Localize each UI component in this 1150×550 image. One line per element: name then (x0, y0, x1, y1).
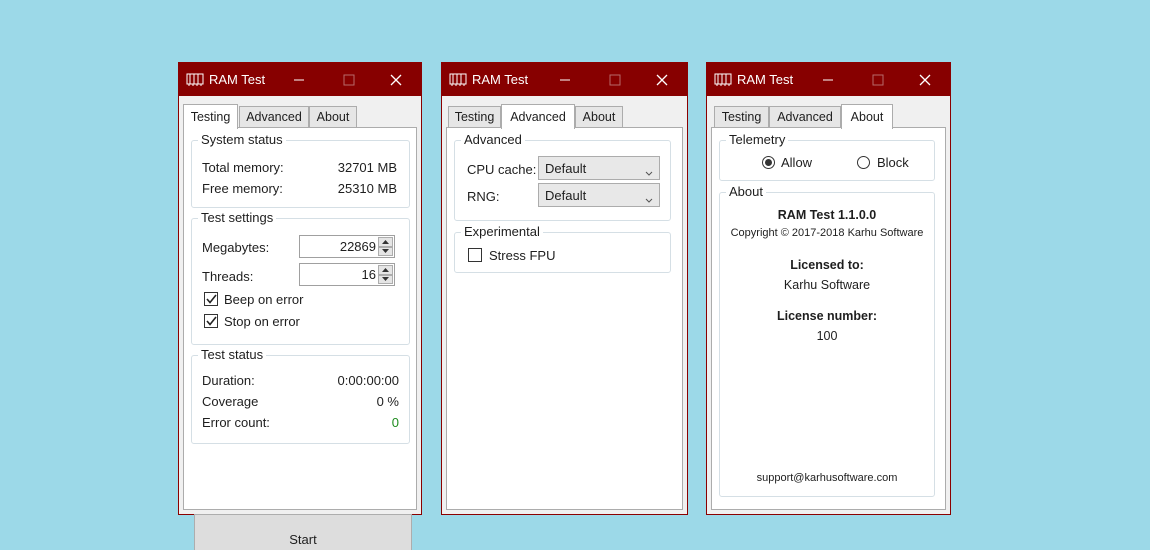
minimize-button[interactable] (282, 63, 316, 96)
megabytes-stepper[interactable]: 22869 (299, 235, 395, 258)
system-status-group: System status Total memory: 32701 MB Fre… (191, 132, 410, 208)
group-title: Experimental (461, 224, 543, 240)
start-button[interactable]: Start (194, 514, 412, 550)
threads-value: 16 (361, 267, 376, 282)
radio-selected-dot (765, 159, 772, 166)
app-memory-icon (185, 72, 205, 88)
title-bar[interactable]: RAM Test (179, 63, 421, 96)
group-title: Telemetry (726, 132, 789, 148)
about-tab-page: Telemetry Allow Block About RAM Test 1.1… (711, 127, 946, 510)
chevron-down-icon (645, 164, 653, 179)
title-bar[interactable]: RAM Test (707, 63, 950, 96)
stress-fpu-label[interactable]: Stress FPU (489, 248, 555, 263)
tab-about[interactable]: About (575, 106, 623, 128)
rng-label: RNG: (467, 189, 500, 204)
about-group: About RAM Test 1.1.0.0 Copyright © 2017-… (719, 184, 935, 497)
duration-label: Duration: (202, 373, 255, 388)
licensed-to-value: Karhu Software (783, 278, 871, 292)
tab-advanced[interactable]: Advanced (501, 104, 575, 129)
title-bar[interactable]: RAM Test (442, 63, 687, 96)
rng-dropdown[interactable]: Default (538, 183, 660, 207)
tab-testing[interactable]: Testing (448, 106, 501, 128)
minimize-button[interactable] (548, 63, 582, 96)
stop-on-error-label[interactable]: Stop on error (224, 314, 300, 329)
group-title: Advanced (461, 132, 525, 148)
group-title: Test settings (198, 210, 277, 226)
minimize-button[interactable] (811, 63, 845, 96)
error-count-value: 0 (391, 415, 399, 430)
group-title: System status (198, 132, 286, 148)
app-memory-icon (448, 72, 468, 88)
beep-on-error-label[interactable]: Beep on error (224, 292, 304, 307)
coverage-label: Coverage (202, 394, 259, 409)
coverage-value: 0 % (376, 394, 399, 409)
cpu-cache-dropdown[interactable]: Default (538, 156, 660, 180)
close-button[interactable] (379, 63, 413, 96)
threads-decrement-button[interactable] (378, 274, 393, 284)
window-title: RAM Test (472, 72, 529, 87)
allow-radio[interactable] (762, 156, 775, 169)
cpu-cache-value: Default (545, 161, 587, 176)
megabytes-increment-button[interactable] (378, 237, 393, 247)
megabytes-label: Megabytes: (202, 240, 270, 255)
stress-fpu-checkbox[interactable] (468, 248, 482, 262)
duration-value: 0:00:00:00 (337, 373, 399, 388)
tab-about[interactable]: About (309, 106, 357, 128)
license-number-value: 100 (816, 329, 838, 343)
test-settings-group: Test settings Megabytes: 22869 Threads: … (191, 210, 410, 345)
window-title: RAM Test (737, 72, 794, 87)
free-memory-label: Free memory: (202, 181, 283, 196)
tab-testing[interactable]: Testing (714, 106, 769, 128)
license-number-label: License number: (776, 309, 878, 323)
free-memory-value: 25310 MB (337, 181, 397, 196)
block-radio[interactable] (857, 156, 870, 169)
close-button[interactable] (908, 63, 942, 96)
licensed-to-label: Licensed to: (790, 258, 864, 272)
copyright-text: Copyright © 2017-2018 Karhu Software (730, 227, 924, 239)
maximize-button (861, 63, 895, 96)
group-title: About (726, 184, 766, 200)
checkmark-icon (205, 316, 217, 326)
experimental-group: Experimental Stress FPU (454, 224, 671, 273)
test-status-group: Test status Duration: 0:00:00:00 Coverag… (191, 347, 410, 444)
beep-on-error-checkbox[interactable] (204, 292, 218, 306)
tab-testing[interactable]: Testing (183, 104, 238, 129)
tab-advanced[interactable]: Advanced (769, 106, 841, 128)
window-title: RAM Test (209, 72, 266, 87)
maximize-button (598, 63, 632, 96)
error-count-label: Error count: (202, 415, 270, 430)
ram-test-window-advanced: RAM Test Testing Advanced About Advanced… (441, 62, 688, 515)
megabytes-value: 22869 (339, 239, 376, 254)
cpu-cache-label: CPU cache: (467, 162, 537, 177)
block-label[interactable]: Block (877, 155, 909, 170)
threads-stepper[interactable]: 16 (299, 263, 395, 286)
maximize-button (332, 63, 366, 96)
checkmark-icon (205, 294, 217, 304)
product-version: RAM Test 1.1.0.0 (777, 208, 877, 222)
tab-advanced[interactable]: Advanced (239, 106, 309, 128)
megabytes-decrement-button[interactable] (378, 246, 393, 256)
total-memory-label: Total memory: (202, 160, 284, 175)
close-button[interactable] (645, 63, 679, 96)
rng-value: Default (545, 188, 587, 203)
threads-increment-button[interactable] (378, 265, 393, 275)
support-email-link[interactable]: support@karhusoftware.com (720, 472, 934, 484)
stop-on-error-checkbox[interactable] (204, 314, 218, 328)
total-memory-value: 32701 MB (337, 160, 397, 175)
ram-test-window-about: RAM Test Testing Advanced About Telemetr… (706, 62, 951, 515)
threads-label: Threads: (202, 269, 254, 284)
app-memory-icon (713, 72, 733, 88)
allow-label[interactable]: Allow (781, 155, 812, 170)
advanced-group: Advanced CPU cache: Default RNG: Default (454, 132, 671, 221)
telemetry-group: Telemetry Allow Block (719, 132, 935, 181)
group-title: Test status (198, 347, 267, 363)
testing-tab-page: System status Total memory: 32701 MB Fre… (183, 127, 417, 550)
ram-test-window-testing: RAM Test Testing Advanced About System s… (178, 62, 422, 550)
chevron-down-icon (645, 191, 653, 206)
tab-about[interactable]: About (841, 104, 893, 129)
advanced-tab-page: Advanced CPU cache: Default RNG: Default… (446, 127, 683, 510)
